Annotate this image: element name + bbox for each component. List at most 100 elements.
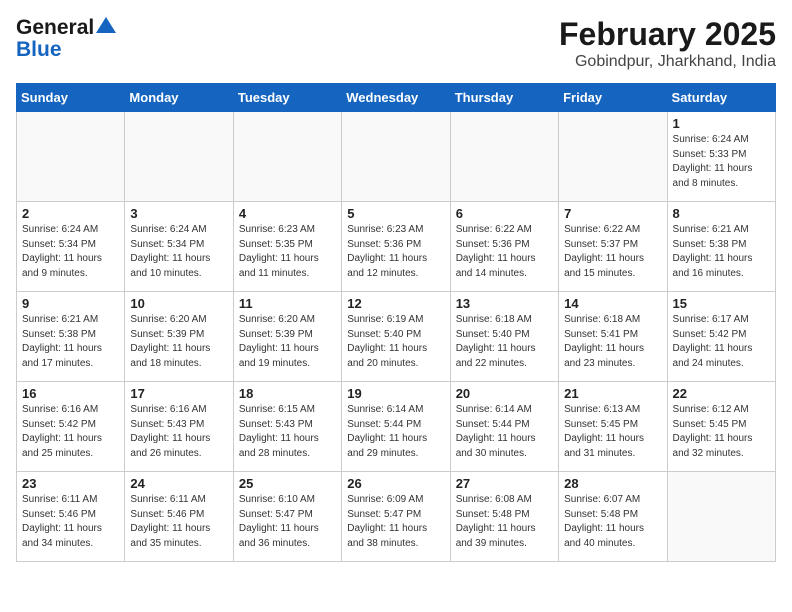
calendar-cell: 22Sunrise: 6:12 AMSunset: 5:45 PMDayligh… (667, 382, 775, 472)
day-detail: Sunrise: 6:19 AMSunset: 5:40 PMDaylight:… (347, 313, 444, 371)
day-detail: Sunrise: 6:24 AMSunset: 5:34 PMDaylight:… (22, 223, 119, 281)
calendar-cell (450, 112, 558, 202)
day-number: 23 (22, 476, 119, 491)
day-detail: Sunrise: 6:21 AMSunset: 5:38 PMDaylight:… (22, 313, 119, 371)
day-number: 6 (456, 206, 553, 221)
day-number: 16 (22, 386, 119, 401)
day-detail: Sunrise: 6:20 AMSunset: 5:39 PMDaylight:… (239, 313, 336, 371)
day-number: 15 (673, 296, 770, 311)
calendar-cell: 9 Sunrise: 6:21 AMSunset: 5:38 PMDaylight… (17, 292, 125, 382)
calendar-cell: 10Sunrise: 6:20 AMSunset: 5:39 PMDayligh… (125, 292, 233, 382)
week-row-1: 1 Sunrise: 6:24 AMSunset: 5:33 PMDaylight… (17, 112, 776, 202)
weekday-header-monday: Monday (125, 84, 233, 112)
month-title: February 2025 (559, 16, 776, 53)
calendar-cell: 11 Sunrise: 6:20 AMSunset: 5:39 PMDayligh… (233, 292, 341, 382)
day-number: 8 (673, 206, 770, 221)
day-number: 27 (456, 476, 553, 491)
day-detail: Sunrise: 6:07 AMSunset: 5:48 PMDaylight:… (564, 493, 661, 551)
day-detail: Sunrise: 6:16 AMSunset: 5:43 PMDaylight:… (130, 403, 227, 461)
calendar-cell: 27 Sunrise: 6:08 AMSunset: 5:48 PMDayligh… (450, 472, 558, 562)
day-number: 17 (130, 386, 227, 401)
calendar-cell: 7 Sunrise: 6:22 AMSunset: 5:37 PMDaylight… (559, 202, 667, 292)
day-number: 22 (673, 386, 770, 401)
calendar-cell: 4 Sunrise: 6:23 AMSunset: 5:35 PMDaylight… (233, 202, 341, 292)
week-row-3: 9 Sunrise: 6:21 AMSunset: 5:38 PMDaylight… (17, 292, 776, 382)
day-number: 3 (130, 206, 227, 221)
day-detail: Sunrise: 6:14 AMSunset: 5:44 PMDaylight:… (347, 403, 444, 461)
weekday-header-tuesday: Tuesday (233, 84, 341, 112)
day-number: 19 (347, 386, 444, 401)
day-number: 20 (456, 386, 553, 401)
day-detail: Sunrise: 6:08 AMSunset: 5:48 PMDaylight:… (456, 493, 553, 551)
calendar-cell (559, 112, 667, 202)
weekday-header-saturday: Saturday (667, 84, 775, 112)
calendar-cell: 23 Sunrise: 6:11 AMSunset: 5:46 PMDayligh… (17, 472, 125, 562)
calendar-cell: 5 Sunrise: 6:23 AMSunset: 5:36 PMDaylight… (342, 202, 450, 292)
calendar-cell: 18 Sunrise: 6:15 AMSunset: 5:43 PMDayligh… (233, 382, 341, 472)
day-number: 9 (22, 296, 119, 311)
calendar-cell: 19 Sunrise: 6:14 AMSunset: 5:44 PMDayligh… (342, 382, 450, 472)
day-number: 26 (347, 476, 444, 491)
calendar-cell: 2 Sunrise: 6:24 AMSunset: 5:34 PMDaylight… (17, 202, 125, 292)
logo: General Blue (16, 16, 116, 62)
day-detail: Sunrise: 6:10 AMSunset: 5:47 PMDaylight:… (239, 493, 336, 551)
calendar-cell (667, 472, 775, 562)
day-detail: Sunrise: 6:23 AMSunset: 5:35 PMDaylight:… (239, 223, 336, 281)
day-detail: Sunrise: 6:22 AMSunset: 5:37 PMDaylight:… (564, 223, 661, 281)
calendar-cell: 17 Sunrise: 6:16 AMSunset: 5:43 PMDayligh… (125, 382, 233, 472)
calendar-cell: 14 Sunrise: 6:18 AMSunset: 5:41 PMDayligh… (559, 292, 667, 382)
weekday-header-friday: Friday (559, 84, 667, 112)
day-number: 13 (456, 296, 553, 311)
calendar-cell: 3 Sunrise: 6:24 AMSunset: 5:34 PMDaylight… (125, 202, 233, 292)
weekday-header-thursday: Thursday (450, 84, 558, 112)
calendar-cell (342, 112, 450, 202)
title-area: February 2025 Gobindpur, Jharkhand, Indi… (559, 16, 776, 71)
day-number: 1 (673, 116, 770, 131)
calendar-cell (17, 112, 125, 202)
calendar-table: SundayMondayTuesdayWednesdayThursdayFrid… (16, 83, 776, 562)
day-detail: Sunrise: 6:17 AMSunset: 5:42 PMDaylight:… (673, 313, 770, 371)
day-detail: Sunrise: 6:18 AMSunset: 5:40 PMDaylight:… (456, 313, 553, 371)
weekday-header-wednesday: Wednesday (342, 84, 450, 112)
weekday-header-sunday: Sunday (17, 84, 125, 112)
day-number: 14 (564, 296, 661, 311)
calendar-cell: 12Sunrise: 6:19 AMSunset: 5:40 PMDayligh… (342, 292, 450, 382)
day-detail: Sunrise: 6:11 AMSunset: 5:46 PMDaylight:… (22, 493, 119, 551)
day-detail: Sunrise: 6:18 AMSunset: 5:41 PMDaylight:… (564, 313, 661, 371)
day-detail: Sunrise: 6:15 AMSunset: 5:43 PMDaylight:… (239, 403, 336, 461)
calendar-cell: 16Sunrise: 6:16 AMSunset: 5:42 PMDayligh… (17, 382, 125, 472)
calendar-cell: 21 Sunrise: 6:13 AMSunset: 5:45 PMDayligh… (559, 382, 667, 472)
day-number: 4 (239, 206, 336, 221)
calendar-cell (233, 112, 341, 202)
day-detail: Sunrise: 6:13 AMSunset: 5:45 PMDaylight:… (564, 403, 661, 461)
day-number: 5 (347, 206, 444, 221)
calendar-cell: 26 Sunrise: 6:09 AMSunset: 5:47 PMDayligh… (342, 472, 450, 562)
location-title: Gobindpur, Jharkhand, India (559, 53, 776, 71)
weekday-header-row: SundayMondayTuesdayWednesdayThursdayFrid… (17, 84, 776, 112)
week-row-2: 2 Sunrise: 6:24 AMSunset: 5:34 PMDaylight… (17, 202, 776, 292)
calendar-cell: 13 Sunrise: 6:18 AMSunset: 5:40 PMDayligh… (450, 292, 558, 382)
calendar-cell: 6Sunrise: 6:22 AMSunset: 5:36 PMDaylight… (450, 202, 558, 292)
calendar-cell: 25 Sunrise: 6:10 AMSunset: 5:47 PMDayligh… (233, 472, 341, 562)
calendar-cell (125, 112, 233, 202)
day-detail: Sunrise: 6:24 AMSunset: 5:33 PMDaylight:… (673, 133, 770, 191)
calendar-cell: 24Sunrise: 6:11 AMSunset: 5:46 PMDayligh… (125, 472, 233, 562)
day-number: 11 (239, 296, 336, 311)
day-detail: Sunrise: 6:09 AMSunset: 5:47 PMDaylight:… (347, 493, 444, 551)
calendar-cell: 15 Sunrise: 6:17 AMSunset: 5:42 PMDayligh… (667, 292, 775, 382)
day-number: 21 (564, 386, 661, 401)
day-number: 2 (22, 206, 119, 221)
calendar-cell: 28Sunrise: 6:07 AMSunset: 5:48 PMDayligh… (559, 472, 667, 562)
day-number: 7 (564, 206, 661, 221)
day-number: 18 (239, 386, 336, 401)
calendar-cell: 8Sunrise: 6:21 AMSunset: 5:38 PMDaylight… (667, 202, 775, 292)
day-detail: Sunrise: 6:24 AMSunset: 5:34 PMDaylight:… (130, 223, 227, 281)
day-number: 25 (239, 476, 336, 491)
day-detail: Sunrise: 6:14 AMSunset: 5:44 PMDaylight:… (456, 403, 553, 461)
day-detail: Sunrise: 6:11 AMSunset: 5:46 PMDaylight:… (130, 493, 227, 551)
day-detail: Sunrise: 6:20 AMSunset: 5:39 PMDaylight:… (130, 313, 227, 371)
week-row-5: 23 Sunrise: 6:11 AMSunset: 5:46 PMDayligh… (17, 472, 776, 562)
calendar-cell: 20 Sunrise: 6:14 AMSunset: 5:44 PMDayligh… (450, 382, 558, 472)
header: General Blue February 2025 Gobindpur, Jh… (16, 16, 776, 71)
day-detail: Sunrise: 6:23 AMSunset: 5:36 PMDaylight:… (347, 223, 444, 281)
